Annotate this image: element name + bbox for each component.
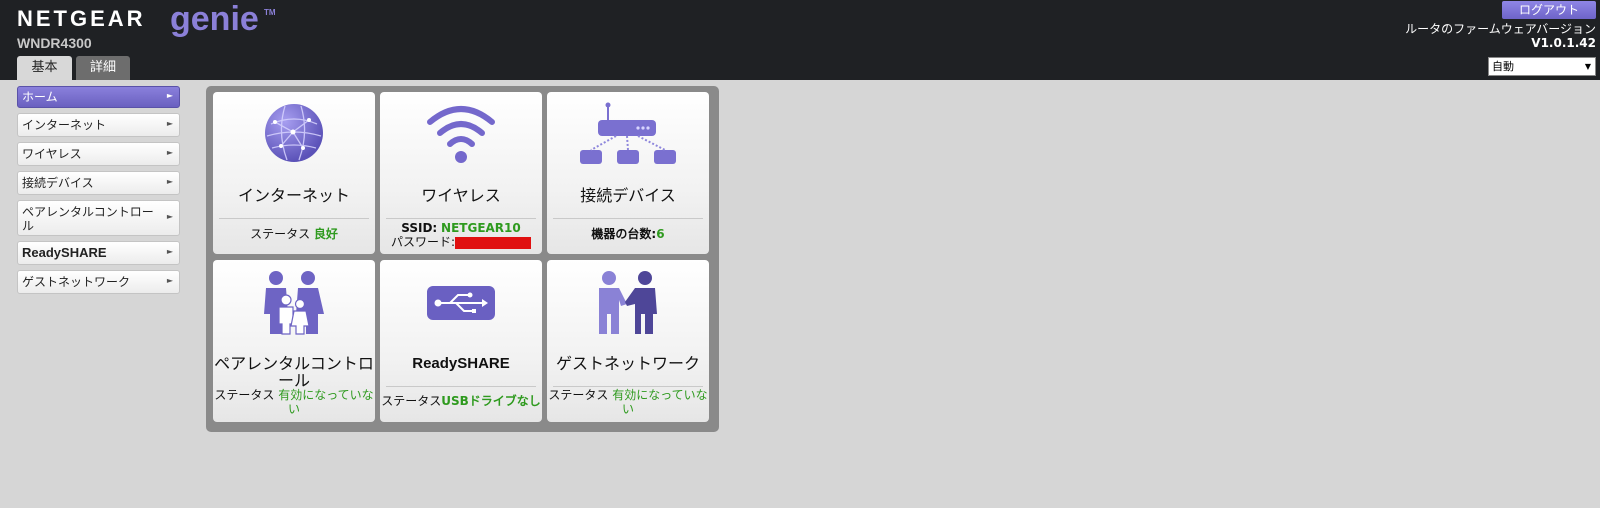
sidebar-item-label: ReadySHARE [22,245,107,260]
wireless-ssid: SSID: NETGEAR10 [380,221,542,235]
sidebar-item-label: インターネット [22,118,107,132]
firmware-label: ルータのファームウェアバージョン [1405,22,1596,36]
chevron-right-icon: ► [166,148,173,157]
devices-card-title: 接続デバイス [580,186,676,205]
status-label: ステータス [381,394,442,408]
status-label: ステータス [250,227,311,241]
chevron-right-icon: ► [166,177,173,186]
devices-card[interactable]: 接続デバイス 機器の台数:6 [547,92,709,254]
network-devices-icon [547,102,709,180]
status-value: USBドライブなし [441,394,541,408]
parental-status: ステータス 有効になっていない [213,388,375,416]
chevron-right-icon: ► [166,212,173,221]
sidebar-item-devices[interactable]: 接続デバイス ► [17,171,180,195]
device-count-value: 6 [656,227,665,241]
usb-icon [380,270,542,348]
chevron-right-icon: ► [166,276,173,285]
chevron-right-icon: ► [166,91,173,100]
internet-status: ステータス 良好 [213,227,375,241]
ssid-label: SSID: [401,221,438,235]
sidebar-item-internet[interactable]: インターネット ► [17,113,180,137]
status-label: ステータス [214,388,275,402]
parental-card[interactable]: ペアレンタルコントロール ステータス 有効になっていない [213,260,375,422]
dashboard-panel: インターネット ステータス 良好 ワイヤレス SSID: NETGEAR10 パ… [206,86,719,432]
handshake-icon [547,270,709,348]
ssid-value: NETGEAR10 [441,221,521,235]
logout-button[interactable]: ログアウト [1502,1,1596,19]
sidebar-item-label: ワイヤレス [22,147,82,161]
guest-card[interactable]: ゲストネットワーク ステータス 有効になっていない [547,260,709,422]
language-selected: 自動 [1492,60,1514,73]
card-divider [553,218,703,219]
sidebar-item-label: ペアレンタルコントロール [22,205,154,233]
internet-card[interactable]: インターネット ステータス 良好 [213,92,375,254]
wireless-card-title: ワイヤレス [421,186,501,205]
sidebar-item-label: ゲストネットワーク [22,275,131,289]
wireless-password: パスワード: [380,235,542,249]
password-label: パスワード: [390,235,456,249]
sidebar-item-label: ホーム [22,90,58,104]
brand-logo: NETGEAR [17,6,146,31]
sidebar-item-parental[interactable]: ペアレンタルコントロール ► [17,200,180,236]
tab-advanced[interactable]: 詳細 [76,56,130,80]
wireless-card[interactable]: ワイヤレス SSID: NETGEAR10 パスワード: [380,92,542,254]
globe-icon [213,102,375,180]
trademark: TM [264,8,276,17]
device-count-label: 機器の台数: [591,227,657,241]
tab-basic[interactable]: 基本 [17,56,72,80]
devices-count: 機器の台数:6 [547,227,709,241]
sidebar-item-label: 接続デバイス [22,176,94,190]
readyshare-status: ステータスUSBドライブなし [380,394,542,408]
card-divider [219,218,369,219]
chevron-down-icon: ▼ [1584,62,1591,71]
card-divider [386,218,536,219]
internet-card-title: インターネット [237,186,350,205]
status-value: 有効になっていない [612,388,708,416]
sidebar-item-home[interactable]: ホーム ► [17,86,180,108]
language-select[interactable]: 自動 ▼ [1488,57,1596,76]
card-divider [386,386,536,387]
firmware-version: V1.0.1.42 [1531,36,1596,50]
status-value: 良好 [313,227,338,241]
sidebar-item-readyshare[interactable]: ReadySHARE ► [17,241,180,265]
family-icon [213,270,375,348]
status-value: 有効になっていない [278,388,374,416]
password-redacted [455,236,532,249]
model-name: WNDR4300 [17,35,92,51]
guest-card-title: ゲストネットワーク [555,354,700,373]
genie-logo: genie [170,0,259,38]
readyshare-card[interactable]: ReadySHARE ステータスUSBドライブなし [380,260,542,422]
sidebar-item-guest[interactable]: ゲストネットワーク ► [17,270,180,294]
readyshare-card-title: ReadySHARE [412,355,510,372]
header-bar: NETGEAR genie TM WNDR4300 基本 詳細 ログアウト ルー… [0,0,1600,80]
parental-card-title: ペアレンタルコントロール [214,354,374,390]
chevron-right-icon: ► [166,247,173,256]
wifi-icon [380,102,542,180]
status-label: ステータス [548,388,609,402]
chevron-right-icon: ► [166,119,173,128]
guest-status: ステータス 有効になっていない [547,388,709,416]
sidebar-item-wireless[interactable]: ワイヤレス ► [17,142,180,166]
card-divider [553,386,703,387]
